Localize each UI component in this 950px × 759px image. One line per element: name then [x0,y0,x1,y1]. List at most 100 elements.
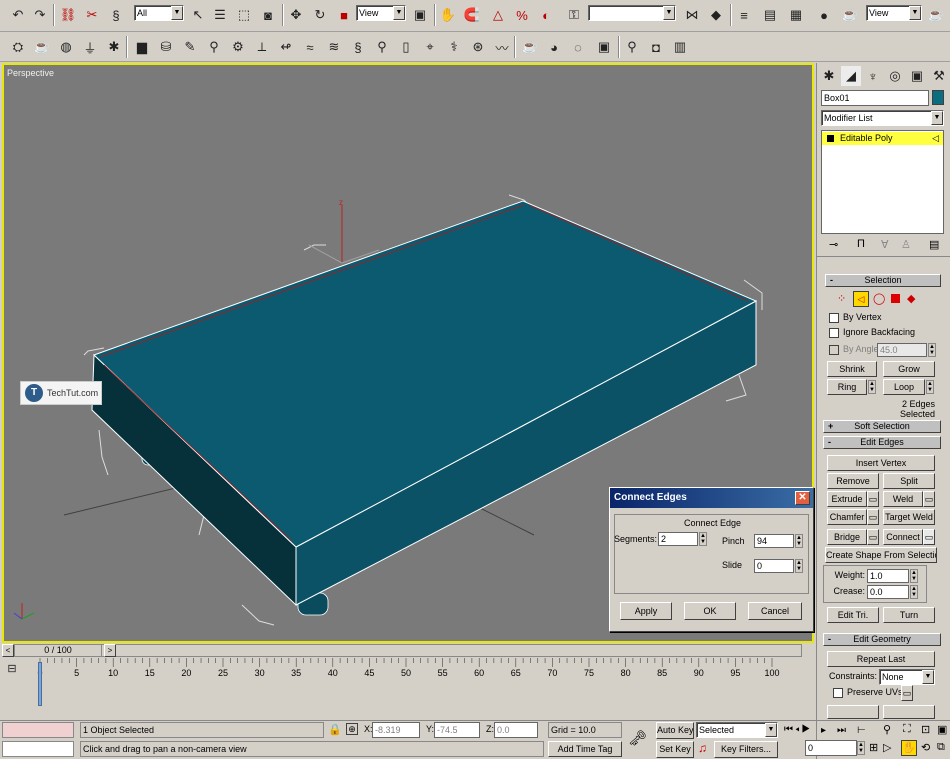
configure-sets-icon[interactable]: ▤ [929,238,939,251]
add-time-tag-button[interactable]: Add Time Tag [548,741,622,757]
polygon-mode-icon[interactable] [891,294,900,303]
weld-button[interactable]: Weld [883,491,923,507]
segments-input[interactable]: 2 [658,532,698,546]
material-icon[interactable]: ◕ [544,37,564,57]
current-frame-marker[interactable] [38,662,42,706]
selection-filter-dropdown[interactable]: All ▼ [134,5,184,21]
render-preview-icon[interactable]: ◘ [646,37,666,57]
move-icon[interactable]: ✥ [286,5,306,25]
prev-frame-icon[interactable]: < [2,644,14,657]
slide-input[interactable]: 0 [754,559,794,573]
make-unique-icon[interactable]: ∀ [881,238,889,251]
spacewarp-icon[interactable]: ⚕ [444,37,464,57]
material-editor-icon[interactable]: ● [814,5,834,25]
chamfer-button[interactable]: Chamfer [827,509,867,525]
render-view-dropdown[interactable]: View ▼ [866,5,922,21]
weight-value[interactable]: 1.0 [867,569,909,583]
object-color-swatch[interactable] [932,90,944,105]
schematic-view-icon[interactable]: ▦ [786,5,806,25]
sphere-icon[interactable]: ◍ [56,37,76,57]
star-shape-icon[interactable]: ✱ [104,37,124,57]
bone-icon[interactable]: ⟂ [252,37,272,57]
wave-icon[interactable]: ≈ [300,37,320,57]
helper-icon[interactable]: ⌖ [420,37,440,57]
by-vertex-checkbox[interactable] [829,313,839,323]
bend-icon[interactable]: ↫ [276,37,296,57]
ring-button[interactable]: Ring [827,379,867,395]
environment-icon[interactable]: ◌ [568,37,588,57]
collapse-button[interactable] [883,705,935,719]
quick-render-icon[interactable]: ☕ [926,5,946,25]
crease-spinner-icon[interactable]: ▲ ▼ [910,585,918,599]
teapot-render-icon[interactable]: ☕ [520,37,540,57]
insert-vertex-button[interactable]: Insert Vertex [827,455,935,471]
create-button[interactable] [827,705,879,719]
twist-icon[interactable]: § [348,37,368,57]
next-key-icon[interactable]: ▸ [821,725,826,736]
select-by-name-icon[interactable]: ☰ [210,5,230,25]
loop-spinner-icon[interactable]: ▲ ▼ [926,380,934,394]
utilities-tab-icon[interactable]: ⚒ [929,66,949,86]
video-post-icon[interactable]: ▥ [670,37,690,57]
named-selection-icon[interactable]: ⚿ [564,5,584,25]
ignore-backfacing-checkbox[interactable] [829,328,839,338]
current-frame-field[interactable]: 0 [805,740,857,756]
go-to-start-icon[interactable]: ⏮ [784,724,795,735]
edge-mode-icon[interactable]: ◁ [853,291,869,307]
show-end-result-icon[interactable]: Π [857,238,865,250]
align-icon[interactable]: ◆ [706,5,726,25]
angle-snap-icon[interactable]: △ [488,5,508,25]
weight-spinner-icon[interactable]: ▲ ▼ [910,569,918,583]
cylinder-icon[interactable]: ⛁ [156,37,176,57]
key-icon[interactable]: 🗝 [628,729,647,747]
x-coordinate[interactable]: -8.319 [372,722,420,738]
extrude-settings-icon[interactable]: ▭ [867,491,879,507]
percent-snap-icon[interactable]: % [512,5,532,25]
bridge-button[interactable]: Bridge [827,529,867,545]
time-slider-thumb[interactable]: 0 / 100 [14,644,102,657]
frame-spinner-icon[interactable]: ▲ ▼ [857,741,865,755]
y-coordinate[interactable]: -74.5 [434,722,480,738]
maximize-viewport-icon[interactable]: ⧉ [937,741,945,754]
selected-keys-dropdown[interactable]: Selected ▼ [696,722,778,738]
key-mode-icon[interactable]: ⊢ [857,725,866,736]
open-mini-curve-editor-icon[interactable]: ⊟ [4,660,20,676]
dialog-titlebar[interactable]: Connect Edges ✕ [610,488,813,508]
scale-icon[interactable]: ■ [334,5,354,25]
modifier-list-dropdown[interactable]: Modifier List ▼ [821,110,944,126]
grow-button[interactable]: Grow [883,361,935,377]
border-mode-icon[interactable]: ◯ [873,292,885,305]
undo-icon[interactable]: ↶ [8,5,28,25]
pin-stack-icon[interactable]: ⊸ [829,238,838,251]
by-angle-value[interactable]: 45.0 [877,343,927,357]
light-icon[interactable]: ⚲ [372,37,392,57]
auto-key-button[interactable]: Auto Key [656,722,694,739]
box-icon[interactable]: ▆ [132,37,152,57]
turn-button[interactable]: Turn [883,607,935,623]
ring-spinner-icon[interactable]: ▲ ▼ [868,380,876,394]
pivot-center-icon[interactable]: ▣ [410,5,430,25]
crease-value[interactable]: 0.0 [867,585,909,599]
camera-icon[interactable]: ▯ [396,37,416,57]
geometry-icon[interactable]: ⛭ [8,37,28,57]
arc-rotate-icon[interactable]: ⟲ [921,741,930,754]
snap-toggle-icon[interactable]: 🧲 [462,5,482,25]
slide-spinner-icon[interactable]: ▲ ▼ [795,559,803,573]
vertex-mode-icon[interactable]: ⁘ [837,292,846,305]
lock-icon[interactable]: 🔒 [328,723,342,736]
next-frame-icon[interactable]: > [104,644,116,657]
motion-tab-icon[interactable]: ◎ [885,66,905,86]
gear-icon[interactable]: ⚙ [228,37,248,57]
pan-icon[interactable]: ✋ [901,740,917,756]
render-frame-icon[interactable]: ▣ [594,37,614,57]
remove-modifier-icon[interactable]: ♙ [901,238,911,251]
search-icon[interactable]: ⚲ [204,37,224,57]
split-button[interactable]: Split [883,473,935,489]
field-of-view-icon[interactable]: ▷ [883,741,891,754]
ripple-icon[interactable]: ≋ [324,37,344,57]
object-name-field[interactable]: Box01 [821,90,929,106]
named-selection-sets-dropdown[interactable]: ▼ [588,5,676,21]
zoom-extents-all-icon[interactable]: ▣ [937,723,947,736]
rect-selection-icon[interactable]: ⬚ [234,5,254,25]
weld-settings-icon[interactable]: ▭ [923,491,935,507]
